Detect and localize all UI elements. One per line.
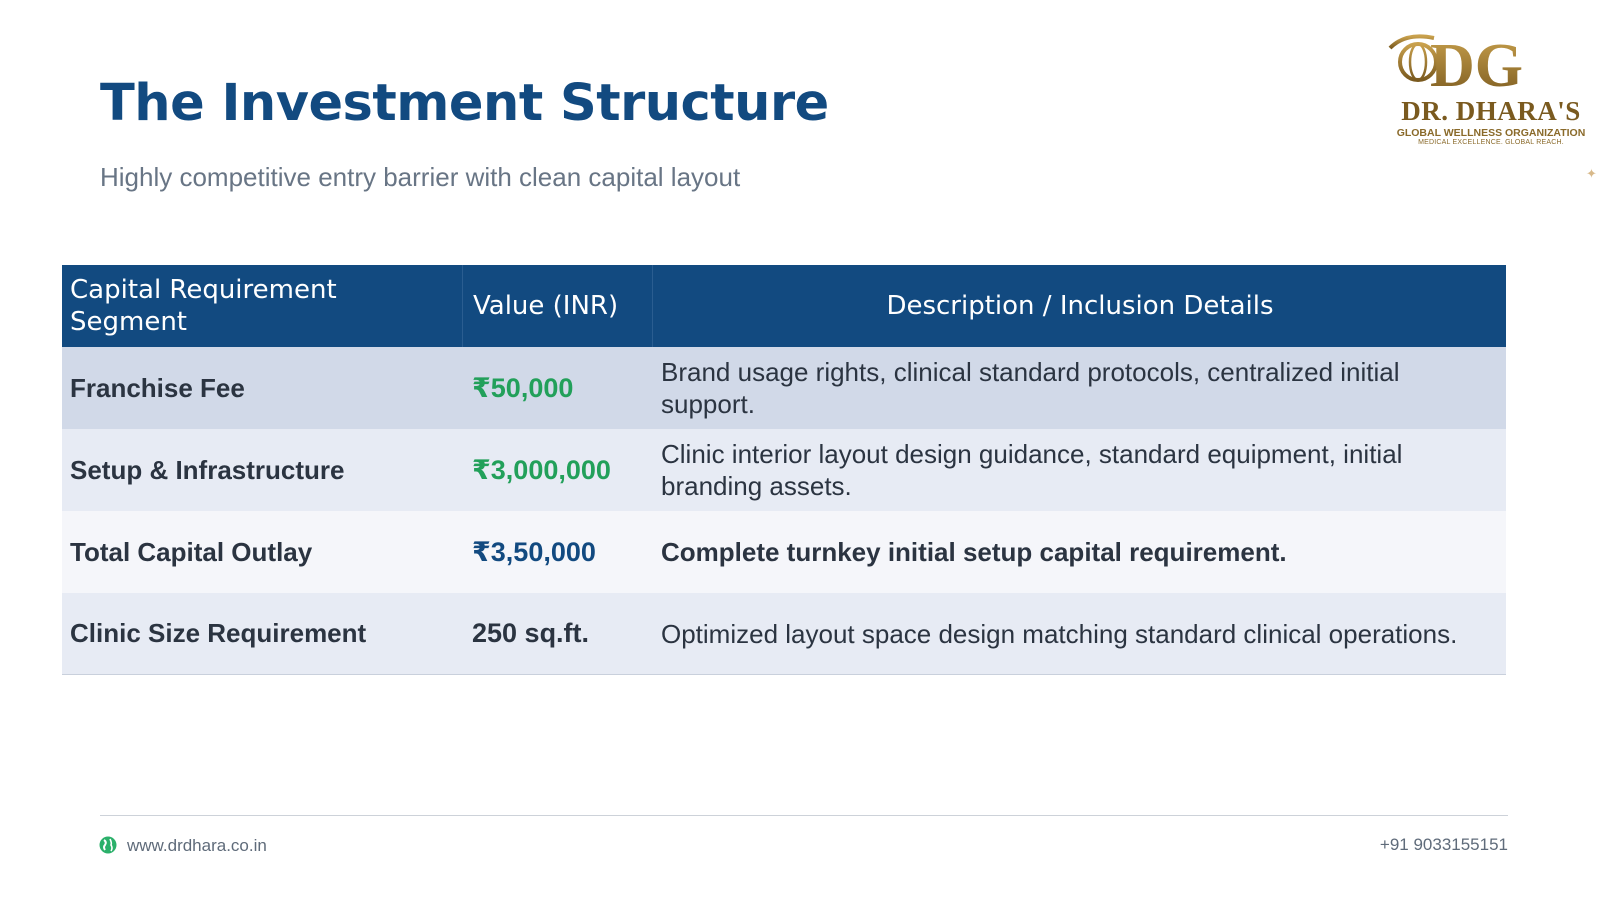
header-description: Description / Inclusion Details [652,265,1506,347]
sparkle-icon: ✦ [1586,166,1597,181]
segment-cell: Franchise Fee [70,372,245,403]
header-value: Value (INR) [462,265,652,347]
globe-icon [99,836,117,854]
globe-monogram-icon: DG [1388,32,1523,98]
segment-cell: Total Capital Outlay [70,536,313,567]
value-cell: ₹3,000,000 [472,454,611,485]
description-cell: Clinic interior layout design guidance, … [661,439,1403,501]
logo-name: DR. DHARA'S [1401,96,1581,126]
segment-cell: Setup & Infrastructure [70,454,345,485]
description-cell: Complete turnkey initial setup capital r… [661,537,1287,567]
logo-tagline: MEDICAL EXCELLENCE. GLOBAL REACH. [1418,139,1564,146]
description-cell: Brand usage rights, clinical standard pr… [661,357,1400,419]
logo-organization: GLOBAL WELLNESS ORGANIZATION [1396,127,1586,139]
table-row: Clinic Size Requirement 250 sq.ft. Optim… [62,593,1506,675]
value-cell: 250 sq.ft. [472,618,590,648]
investment-table: Capital Requirement Segment Value (INR) … [62,265,1506,675]
table-row: Franchise Fee ₹50,000 Brand usage rights… [62,347,1506,429]
table-header-row: Capital Requirement Segment Value (INR) … [62,265,1506,347]
segment-cell: Clinic Size Requirement [70,618,367,648]
table-row: Total Capital Outlay ₹3,50,000 Complete … [62,511,1506,593]
brand-logo: DG DR. DHARA'S GLOBAL WELLNESS ORGANIZAT… [1386,28,1596,163]
page-title: The Investment Structure [100,74,829,133]
value-cell: ₹50,000 [472,372,574,403]
value-cell: ₹3,50,000 [472,536,596,567]
description-cell: Optimized layout space design matching s… [661,618,1458,649]
page-subtitle: Highly competitive entry barrier with cl… [100,162,741,192]
footer-divider [100,815,1508,816]
table-row: Setup & Infrastructure ₹3,000,000 Clinic… [62,429,1506,511]
logo-monogram: DG [1430,32,1523,98]
phone-number: +91 9033155151 [1379,835,1508,854]
website-link[interactable]: www.drdhara.co.in [127,836,267,856]
header-segment: Capital Requirement Segment [70,275,337,337]
